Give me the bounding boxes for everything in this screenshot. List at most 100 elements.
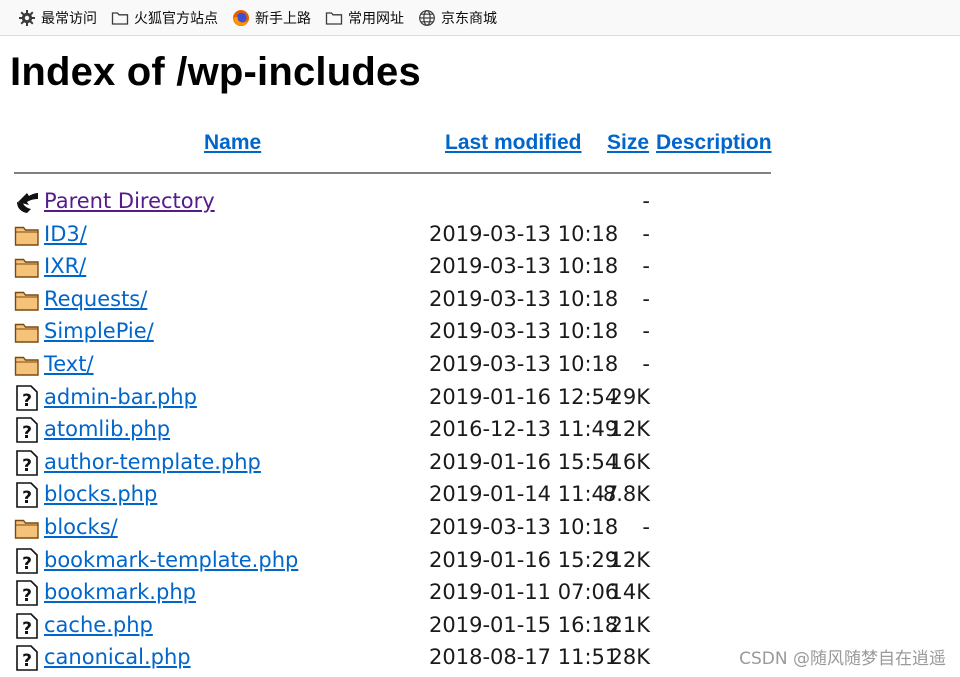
- last-modified: 2019-03-13 10:18: [429, 351, 619, 376]
- bookmark-label: 最常访问: [41, 10, 97, 27]
- sort-by-last-modified-link[interactable]: Last modified: [445, 131, 582, 155]
- gear-icon: [18, 9, 36, 27]
- unknown-file-icon: ?: [14, 449, 40, 476]
- sort-by-name-link[interactable]: Name: [204, 131, 261, 155]
- svg-text:?: ?: [22, 488, 32, 508]
- globe-icon: [418, 9, 436, 27]
- list-item: ID3/ 2019-03-13 10:18 -: [0, 220, 960, 253]
- svg-text:?: ?: [22, 619, 32, 639]
- list-item: ? cache.php 2019-01-15 16:18 21K: [0, 611, 960, 644]
- list-item: blocks/ 2019-03-13 10:18 -: [0, 513, 960, 546]
- last-modified: 2019-01-16 15:54: [429, 449, 619, 474]
- svg-text:?: ?: [22, 586, 32, 606]
- file-size: 12K: [609, 547, 651, 572]
- list-item: ? admin-bar.php 2019-01-16 12:54 29K: [0, 383, 960, 416]
- file-size: 28K: [609, 645, 651, 670]
- parent-directory-icon: [14, 189, 40, 215]
- folder-outline-icon: [325, 9, 343, 27]
- entry-link[interactable]: cache.php: [44, 613, 153, 637]
- file-size: -: [642, 319, 650, 344]
- svg-text:?: ?: [22, 456, 32, 476]
- entry-link[interactable]: blocks.php: [44, 482, 157, 506]
- list-item: ? bookmark.php 2019-01-11 07:06 14K: [0, 578, 960, 611]
- list-item: Parent Directory -: [0, 187, 960, 220]
- list-item: ? author-template.php 2019-01-16 15:54 1…: [0, 448, 960, 481]
- bookmarks-toolbar: 最常访问 火狐官方站点 新手上路 常用网址 京东商城: [0, 0, 960, 36]
- sort-by-size-link[interactable]: Size: [607, 131, 649, 155]
- folder-icon: [14, 352, 40, 378]
- sort-by-description-link[interactable]: Description: [656, 131, 772, 155]
- header-divider: [14, 172, 771, 174]
- list-item: ? bookmark-template.php 2019-01-16 15:29…: [0, 546, 960, 579]
- bookmark-label: 新手上路: [255, 10, 311, 27]
- file-size: 8.8K: [602, 482, 650, 507]
- bookmark-jd-mall[interactable]: 京东商城: [414, 5, 501, 31]
- list-item: ? atomlib.php 2016-12-13 11:49 12K: [0, 415, 960, 448]
- last-modified: 2016-12-13 11:49: [429, 417, 619, 442]
- svg-text:?: ?: [22, 423, 32, 443]
- last-modified: 2018-08-17 11:51: [429, 645, 619, 670]
- last-modified: 2019-01-14 11:47: [429, 482, 619, 507]
- file-size: -: [642, 514, 650, 539]
- folder-icon: [14, 287, 40, 313]
- unknown-file-icon: ?: [14, 580, 40, 606]
- bookmark-label: 常用网址: [348, 10, 404, 27]
- folder-icon: [14, 319, 40, 345]
- file-size: -: [642, 221, 650, 246]
- file-size: -: [642, 351, 650, 376]
- entry-link[interactable]: SimplePie/: [44, 319, 154, 343]
- last-modified: 2019-01-16 15:29: [429, 547, 619, 572]
- bookmark-label: 京东商城: [441, 10, 497, 27]
- bookmark-label: 火狐官方站点: [134, 10, 218, 27]
- list-item: SimplePie/ 2019-03-13 10:18 -: [0, 317, 960, 350]
- list-item: Requests/ 2019-03-13 10:18 -: [0, 285, 960, 318]
- svg-text:?: ?: [22, 554, 32, 574]
- unknown-file-icon: ?: [14, 384, 40, 411]
- last-modified: 2019-03-13 10:18: [429, 514, 619, 539]
- unknown-file-icon: ?: [14, 417, 40, 443]
- file-size: 21K: [609, 612, 651, 637]
- entry-link[interactable]: blocks/: [44, 515, 118, 539]
- list-item: Text/ 2019-03-13 10:18 -: [0, 350, 960, 383]
- last-modified: 2019-01-11 07:06: [429, 580, 619, 605]
- bookmark-common-sites[interactable]: 常用网址: [321, 5, 408, 31]
- firefox-icon: [232, 9, 250, 27]
- folder-outline-icon: [111, 9, 129, 27]
- bookmark-firefox-official[interactable]: 火狐官方站点: [107, 5, 222, 31]
- list-item: IXR/ 2019-03-13 10:18 -: [0, 252, 960, 285]
- file-size: -: [642, 254, 650, 279]
- entry-link[interactable]: bookmark-template.php: [44, 548, 298, 572]
- unknown-file-icon: ?: [14, 645, 40, 671]
- folder-icon: [14, 254, 40, 280]
- entry-link[interactable]: ID3/: [44, 222, 87, 246]
- entry-link[interactable]: canonical.php: [44, 645, 191, 669]
- file-size: 29K: [609, 384, 651, 409]
- file-size: 12K: [609, 417, 651, 442]
- folder-icon: [14, 515, 40, 541]
- directory-listing: Parent Directory - ID3/ 2019-03-13 10:18…: [0, 187, 960, 676]
- file-size: -: [642, 286, 650, 311]
- bookmark-most-visited[interactable]: 最常访问: [14, 5, 101, 31]
- bookmark-getting-started[interactable]: 新手上路: [228, 5, 315, 31]
- last-modified: 2019-03-13 10:18: [429, 286, 619, 311]
- svg-text:?: ?: [22, 391, 32, 411]
- entry-link[interactable]: admin-bar.php: [44, 385, 197, 409]
- file-size: 14K: [609, 580, 651, 605]
- entry-link[interactable]: Text/: [44, 352, 94, 376]
- svg-text:?: ?: [22, 651, 32, 671]
- file-size: -: [642, 189, 650, 213]
- parent-directory-link[interactable]: Parent Directory: [44, 189, 215, 213]
- entry-link[interactable]: atomlib.php: [44, 417, 170, 441]
- watermark: CSDN @随风随梦自在逍遥: [739, 649, 946, 669]
- entry-link[interactable]: IXR/: [44, 254, 86, 278]
- entry-link[interactable]: bookmark.php: [44, 580, 196, 604]
- unknown-file-icon: ?: [14, 547, 40, 574]
- unknown-file-icon: ?: [14, 612, 40, 639]
- file-size: 16K: [609, 449, 651, 474]
- folder-icon: [14, 222, 40, 248]
- entry-link[interactable]: author-template.php: [44, 450, 261, 474]
- last-modified: 2019-03-13 10:18: [429, 221, 619, 246]
- last-modified: 2019-03-13 10:18: [429, 254, 619, 279]
- entry-link[interactable]: Requests/: [44, 287, 147, 311]
- list-item: ? blocks.php 2019-01-14 11:47 8.8K: [0, 480, 960, 513]
